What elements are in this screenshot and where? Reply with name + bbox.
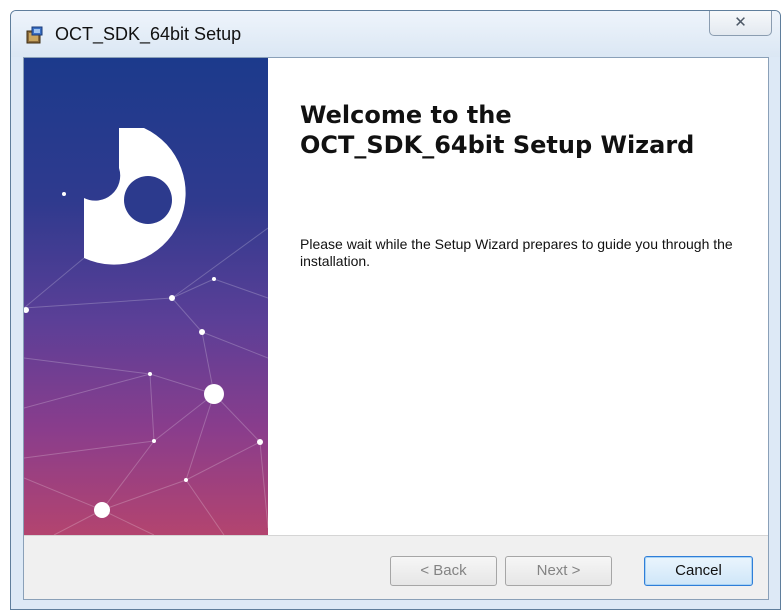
installer-package-icon bbox=[26, 26, 43, 44]
next-button[interactable]: Next > bbox=[505, 556, 612, 586]
title-bar[interactable]: OCT_SDK_64bit Setup ✕ bbox=[11, 11, 780, 57]
welcome-heading-line2: OCT_SDK_64bit Setup Wizard bbox=[300, 131, 695, 159]
welcome-heading-line1: Welcome to the bbox=[300, 101, 512, 129]
welcome-heading: Welcome to the OCT_SDK_64bit Setup Wizar… bbox=[300, 100, 760, 160]
wizard-description: Please wait while the Setup Wizard prepa… bbox=[300, 236, 733, 269]
welcome-content: Welcome to the OCT_SDK_64bit Setup Wizar… bbox=[268, 58, 768, 535]
wizard-client-area: Welcome to the OCT_SDK_64bit Setup Wizar… bbox=[23, 57, 769, 600]
cancel-button[interactable]: Cancel bbox=[644, 556, 753, 586]
side-banner bbox=[24, 58, 268, 535]
window-title: OCT_SDK_64bit Setup bbox=[55, 24, 242, 44]
button-bar: < Back Next > Cancel bbox=[24, 535, 768, 599]
puzzle-logo-icon bbox=[84, 128, 186, 265]
setup-window: OCT_SDK_64bit Setup ✕ Welcome to the OCT… bbox=[10, 10, 781, 610]
close-button[interactable]: ✕ bbox=[709, 11, 772, 36]
close-icon: ✕ bbox=[734, 13, 747, 31]
network-decoration bbox=[24, 128, 268, 535]
back-button[interactable]: < Back bbox=[390, 556, 497, 586]
